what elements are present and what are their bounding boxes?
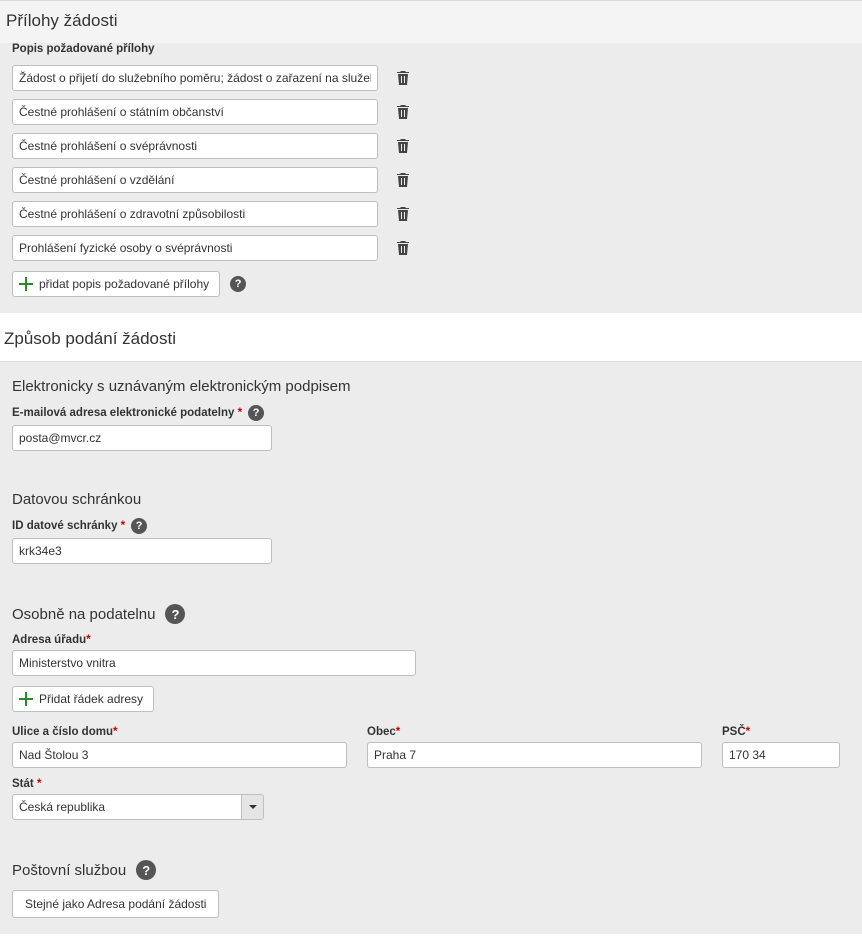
postal-title: Poštovní službou (12, 862, 126, 879)
trash-icon (396, 240, 410, 256)
zip-label: PSČ* (722, 726, 840, 742)
help-icon[interactable]: ? (165, 604, 185, 624)
inperson-title: Osobně na podatelnu (12, 606, 155, 623)
databox-title: Datovou schránkou (0, 475, 862, 518)
street-label: Ulice a číslo domu* (12, 726, 347, 742)
databox-id-label: ID datové schránky * (12, 520, 125, 532)
state-select[interactable]: Česká republika (12, 794, 264, 820)
state-label: Stát * (12, 778, 850, 794)
delete-attachment-button[interactable] (392, 202, 414, 226)
attachment-input[interactable] (12, 133, 378, 159)
delete-attachment-button[interactable] (392, 236, 414, 260)
plus-icon (19, 692, 33, 706)
attachment-row (0, 95, 862, 129)
submission-title: Způsob podání žádosti (0, 319, 862, 361)
databox-id-input[interactable] (12, 538, 272, 564)
email-input[interactable] (12, 425, 272, 451)
office-address-label: Adresa úřadu* (12, 634, 850, 650)
add-attachment-label: přidat popis požadované přílohy (39, 277, 209, 291)
add-address-line-button[interactable]: Přidat řádek adresy (12, 686, 154, 712)
email-label: E-mailová adresa elektronické podatelny … (12, 407, 242, 419)
help-icon[interactable]: ? (131, 518, 147, 534)
attachment-input[interactable] (12, 99, 378, 125)
delete-attachment-button[interactable] (392, 134, 414, 158)
attachment-input[interactable] (12, 201, 378, 227)
office-address-input[interactable] (12, 650, 416, 676)
attachment-row (0, 231, 862, 265)
attachments-section: Přílohy žádosti Popis požadované přílohy (0, 0, 862, 313)
same-as-address-button[interactable]: Stejné jako Adresa podání žádosti (12, 890, 219, 918)
attachment-row (0, 61, 862, 95)
attachment-input[interactable] (12, 65, 378, 91)
zip-input[interactable] (722, 742, 840, 768)
submission-section: Elektronicky s uznávaným elektronickým p… (0, 361, 862, 934)
help-icon[interactable]: ? (136, 860, 156, 880)
help-icon[interactable]: ? (230, 276, 246, 292)
street-input[interactable] (12, 742, 347, 768)
trash-icon (396, 70, 410, 86)
help-icon[interactable]: ? (248, 405, 264, 421)
attachments-title: Přílohy žádosti (0, 1, 862, 43)
city-input[interactable] (367, 742, 702, 768)
delete-attachment-button[interactable] (392, 100, 414, 124)
add-attachment-button[interactable]: přidat popis požadované přílohy (12, 271, 220, 297)
delete-attachment-button[interactable] (392, 168, 414, 192)
attachment-row (0, 129, 862, 163)
attachment-input[interactable] (12, 167, 378, 193)
attachment-input[interactable] (12, 235, 378, 261)
same-as-address-label: Stejné jako Adresa podání žádosti (25, 897, 206, 911)
attachment-row (0, 163, 862, 197)
trash-icon (396, 206, 410, 222)
attachments-list-label: Popis požadované přílohy (12, 43, 850, 59)
city-label: Obec* (367, 726, 702, 742)
add-address-line-label: Přidat řádek adresy (39, 692, 143, 706)
delete-attachment-button[interactable] (392, 66, 414, 90)
trash-icon (396, 138, 410, 154)
attachment-row (0, 197, 862, 231)
electronic-title: Elektronicky s uznávaným elektronickým p… (0, 362, 862, 405)
trash-icon (396, 172, 410, 188)
plus-icon (19, 277, 33, 291)
trash-icon (396, 104, 410, 120)
